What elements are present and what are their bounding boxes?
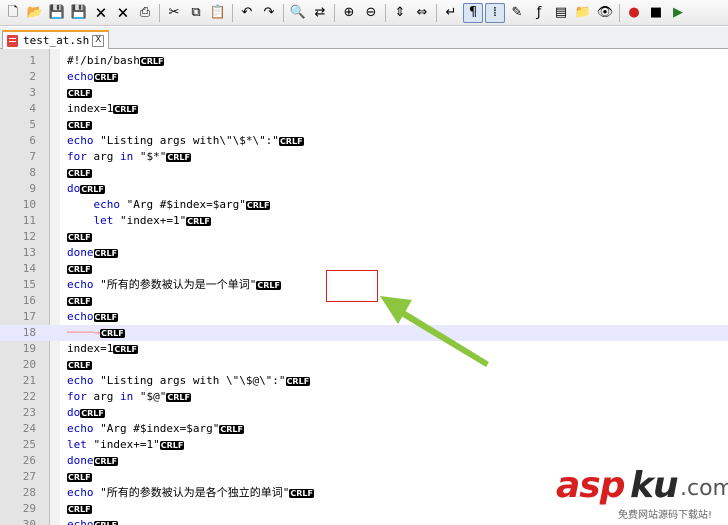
annotation-arrow: [380, 296, 489, 367]
watermark-brand-a: asp: [556, 465, 625, 506]
watermark-brand-c: .com: [680, 476, 728, 501]
watermark-logo: asp ku .com 免费网站源码下载站!: [556, 466, 728, 525]
watermark-brand-b: ku: [630, 465, 679, 506]
watermark-subtitle: 免费网站源码下载站!: [618, 510, 713, 521]
